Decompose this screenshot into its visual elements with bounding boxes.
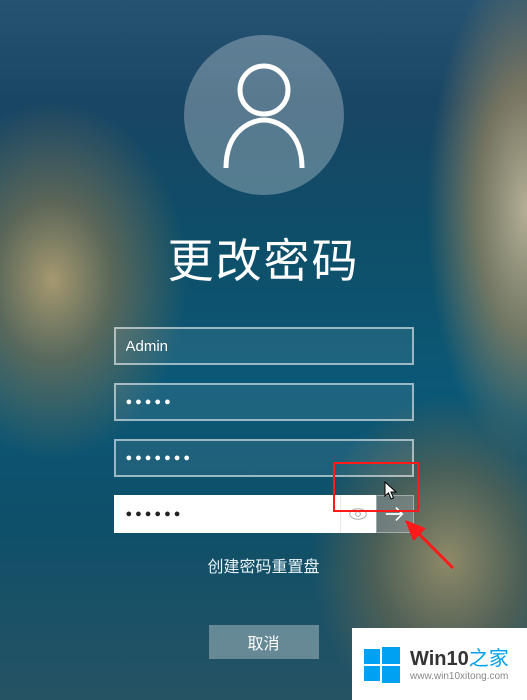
arrow-right-icon — [384, 505, 406, 523]
create-reset-disk-link[interactable]: 创建密码重置盘 — [207, 553, 319, 577]
watermark-url: www.win10xitong.com — [410, 671, 509, 683]
watermark: Win10之家 www.win10xitong.com — [352, 628, 527, 700]
new-password-input[interactable] — [114, 439, 414, 477]
eye-icon — [349, 507, 367, 521]
user-icon — [214, 60, 314, 170]
submit-button[interactable] — [376, 495, 414, 533]
cancel-button[interactable]: 取消 — [209, 625, 319, 659]
confirm-password-input[interactable] — [114, 495, 340, 533]
reveal-password-button[interactable] — [340, 495, 376, 533]
old-password-row: ●●●●● — [114, 383, 414, 421]
lock-screen-background: 更改密码 ●●●●● ●●●●●●● ●●●●●● — [0, 0, 527, 700]
change-password-panel: 更改密码 ●●●●● ●●●●●●● ●●●●●● — [0, 0, 527, 700]
confirm-password-row: ●●●●●● — [114, 495, 414, 533]
username-row — [114, 327, 414, 365]
old-password-input[interactable] — [114, 383, 414, 421]
avatar — [184, 35, 344, 195]
page-title: 更改密码 — [168, 225, 360, 291]
new-password-row: ●●●●●●● — [114, 439, 414, 477]
username-input[interactable] — [114, 327, 414, 365]
watermark-brand: Win10之家 — [410, 648, 509, 671]
windows-logo-icon — [362, 645, 402, 685]
